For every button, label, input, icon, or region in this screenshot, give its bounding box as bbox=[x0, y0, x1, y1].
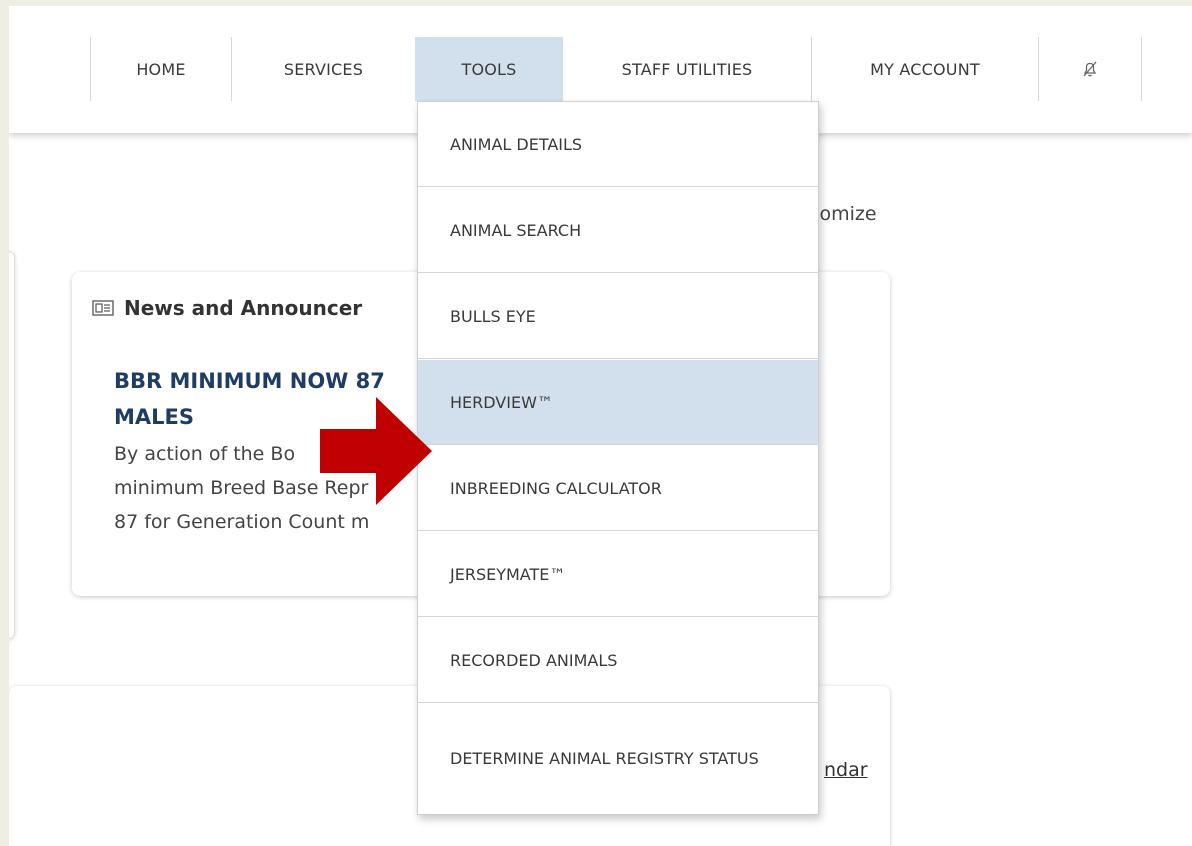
browser-page: HOME SERVICES TOOLS STAFF UTILITIES MY A… bbox=[9, 6, 1192, 846]
menu-item-inbreeding-calculator[interactable]: INBREEDING CALCULATOR bbox=[418, 446, 818, 531]
notifications-button[interactable] bbox=[1039, 37, 1141, 101]
menu-item-jerseymate[interactable]: JERSEYMATE™ bbox=[418, 532, 818, 617]
tools-dropdown-menu: ANIMAL DETAILS ANIMAL SEARCH BULLS EYE H… bbox=[417, 101, 819, 815]
news-heading: News and Announcer bbox=[92, 296, 362, 320]
left-side-card bbox=[9, 251, 15, 639]
red-arrow-right-icon bbox=[320, 397, 432, 505]
menu-item-herdview[interactable]: HERDVIEW™ bbox=[418, 360, 818, 445]
menu-item-animal-search[interactable]: ANIMAL SEARCH bbox=[418, 188, 818, 273]
nav-separator bbox=[1141, 37, 1142, 101]
nav-services[interactable]: SERVICES bbox=[232, 37, 415, 101]
nav-tools[interactable]: TOOLS bbox=[415, 37, 563, 101]
menu-item-animal-details[interactable]: ANIMAL DETAILS bbox=[418, 102, 818, 187]
news-heading-text: News and Announcer bbox=[124, 296, 363, 320]
menu-item-bulls-eye[interactable]: BULLS EYE bbox=[418, 274, 818, 359]
menu-item-recorded-animals[interactable]: RECORDED ANIMALS bbox=[418, 618, 818, 703]
nav-staff-utilities[interactable]: STAFF UTILITIES bbox=[563, 37, 811, 101]
calendar-link[interactable]: ndar bbox=[824, 759, 868, 781]
customize-link[interactable]: tomize bbox=[812, 203, 877, 225]
bell-slash-icon bbox=[1083, 61, 1097, 77]
menu-item-determine-registry-status[interactable]: DETERMINE ANIMAL REGISTRY STATUS bbox=[418, 704, 818, 814]
nav-home[interactable]: HOME bbox=[91, 37, 231, 101]
newspaper-icon bbox=[92, 300, 114, 316]
nav-my-account[interactable]: MY ACCOUNT bbox=[812, 37, 1038, 101]
